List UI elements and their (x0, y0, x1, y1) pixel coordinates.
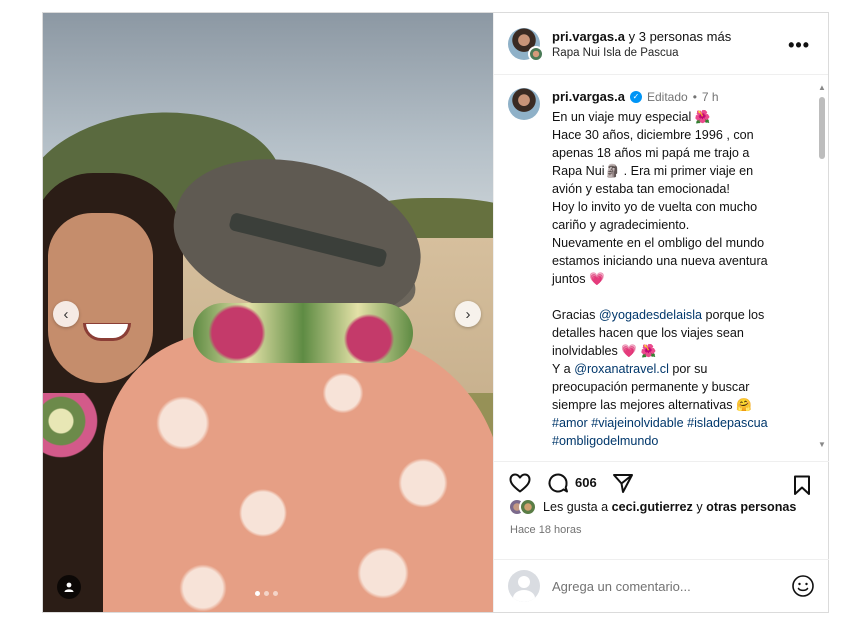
photo-woman-face (48, 213, 153, 383)
edited-label: Editado (647, 90, 688, 104)
caption-line: preocupación permanente y buscar (552, 380, 750, 394)
caption-line: juntos 💗 (552, 272, 605, 286)
caption-line: detalles hacen que los viajes sean (552, 326, 744, 340)
caption-avatar[interactable] (508, 88, 540, 120)
comment-count: 606 (575, 475, 597, 490)
post-timestamp[interactable]: Hace 18 horas (510, 524, 582, 536)
scroll-thumb[interactable] (819, 97, 825, 159)
comment-composer (494, 559, 829, 612)
coauthor-avatar (528, 45, 544, 62)
likes-summary[interactable]: Les gusta a ceci.gutierrez y otras perso… (508, 498, 796, 516)
location-link[interactable]: Rapa Nui Isla de Pascua (552, 47, 731, 59)
caption-line: estamos iniciando una nueva aventura (552, 254, 768, 268)
carousel-dot (264, 591, 269, 596)
likes-prefix: Les gusta a (543, 500, 612, 514)
caption-line: inolvidables 💗 🌺 (552, 344, 657, 358)
emoji-button[interactable] (791, 574, 815, 598)
carousel-dot (273, 591, 278, 596)
caption-text: En un viaje muy especial 🌺 Hace 30 años, … (552, 108, 812, 288)
author-avatar[interactable] (508, 27, 544, 62)
verified-badge-icon: ✓ (630, 91, 642, 103)
comment-input[interactable] (552, 578, 791, 594)
photo-flower-lei (43, 393, 103, 463)
caption-line: cariño y agradecimiento. (552, 218, 690, 232)
heart-icon (509, 473, 531, 492)
post-side-panel: pri.vargas.a y 3 personas más Rapa Nui I… (493, 13, 829, 612)
hashtags-link[interactable]: #amor #viajeinolvidable #isladepascua (552, 414, 812, 432)
caption-thanks-line: Gracias @yogadesdelaisla porque los (552, 306, 812, 324)
mention-link[interactable]: @roxanatravel.cl (574, 362, 669, 376)
carousel-next-button[interactable]: › (455, 301, 481, 327)
caption-scrollbar[interactable]: ▲ ▼ (818, 83, 826, 449)
liker-username[interactable]: ceci.gutierrez (612, 500, 693, 514)
author-username[interactable]: pri.vargas.a (552, 29, 625, 44)
scroll-down-icon[interactable]: ▼ (818, 440, 826, 449)
caption-text-fragment: porque los (702, 308, 765, 322)
comment-button[interactable]: 606 (546, 471, 597, 495)
likes-middle: y (692, 500, 707, 514)
hashtags-link[interactable]: #ombligodelmundo (552, 432, 812, 448)
carousel-prev-button[interactable]: ‹ (53, 301, 79, 327)
caption-line: Hoy lo invito yo de vuelta con mucho (552, 200, 758, 214)
likes-text: Les gusta a ceci.gutierrez y otras perso… (543, 500, 796, 514)
caption-line: Rapa Nui🗿 . Era mi primer viaje en (552, 164, 754, 178)
tagged-users-button[interactable] (57, 575, 81, 599)
caption-area[interactable]: pri.vargas.a ✓ Editado • 7 h En un viaje… (494, 76, 829, 448)
chevron-left-icon: ‹ (63, 305, 69, 323)
caption-text-fragment: por su (668, 362, 708, 376)
caption-line: Hace 30 años, diciembre 1996 , con (552, 128, 754, 142)
send-icon (612, 473, 633, 493)
chevron-right-icon: › (465, 305, 471, 323)
caption-line: avión y estaba tan emocionada! (552, 182, 730, 196)
current-user-avatar (508, 570, 540, 602)
share-button[interactable] (611, 471, 635, 495)
caption-text-fragment: Y a (552, 362, 575, 376)
smiley-icon (792, 575, 814, 597)
meta-separator: • (692, 90, 697, 104)
more-options-button[interactable]: ••• (788, 35, 810, 56)
action-bar: 606 (494, 461, 829, 496)
scroll-up-icon[interactable]: ▲ (818, 83, 826, 92)
user-icon (64, 582, 74, 592)
post-dialog: ‹ › pri.vargas.a y 3 personas más Rapa N (42, 12, 829, 613)
save-button[interactable] (791, 474, 813, 496)
post-age[interactable]: 7 h (702, 88, 719, 106)
carousel-indicator (255, 591, 278, 596)
comment-icon (548, 473, 568, 492)
likes-others-link[interactable]: otras personas (706, 500, 796, 514)
post-header: pri.vargas.a y 3 personas más Rapa Nui I… (494, 13, 828, 75)
caption-text-fragment: Gracias (552, 308, 599, 322)
caption-body: pri.vargas.a ✓ Editado • 7 h En un viaje… (552, 88, 812, 448)
post-photo[interactable]: ‹ › (43, 13, 493, 612)
coauthors-label[interactable]: y 3 personas más (629, 29, 732, 44)
bookmark-icon (794, 475, 810, 495)
photo-flower-lei-man (193, 303, 413, 363)
mention-link[interactable]: @yogadesdelaisla (599, 308, 702, 322)
caption-and-line: Y a @roxanatravel.cl por su (552, 360, 812, 378)
photo-floral-shirt (103, 333, 493, 612)
liker-avatar (519, 498, 537, 516)
caption-username[interactable]: pri.vargas.a (552, 88, 625, 106)
like-button[interactable] (508, 471, 532, 495)
author-line: pri.vargas.a y 3 personas más (552, 29, 731, 44)
caption-line: Nuevamente en el ombligo del mundo (552, 236, 765, 250)
caption-line: apenas 18 años mi papá me trajo a (552, 146, 750, 160)
caption-line: En un viaje muy especial 🌺 (552, 110, 711, 124)
caption-line: siempre las mejores alternativas 🤗 (552, 398, 752, 412)
carousel-dot (255, 591, 260, 596)
